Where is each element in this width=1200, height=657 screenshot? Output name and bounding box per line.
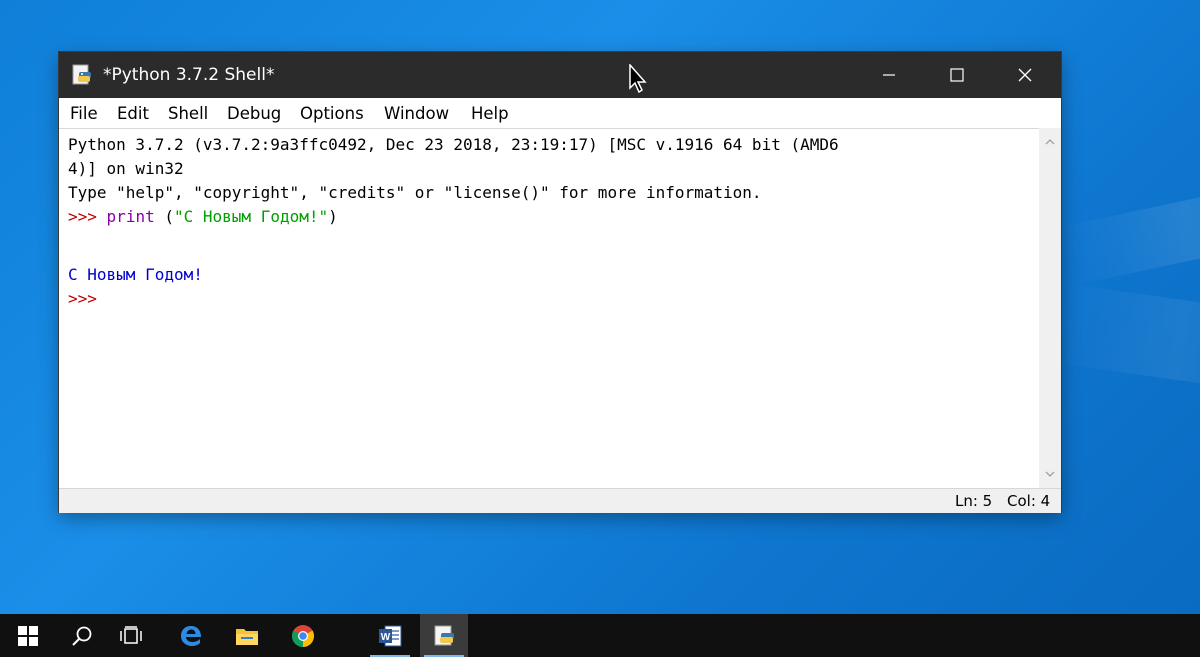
maximize-button[interactable]: [923, 52, 991, 98]
start-windows-icon: [18, 625, 38, 646]
close-icon: [1018, 68, 1032, 82]
minimize-icon: [883, 74, 895, 76]
menu-edit[interactable]: Edit: [117, 104, 149, 123]
idle-taskbar-button[interactable]: [420, 614, 468, 657]
chrome-icon: [292, 624, 314, 647]
menu-options[interactable]: Options: [300, 104, 364, 123]
wallpaper-light-beam: [1056, 173, 1200, 287]
print-keyword: print: [106, 207, 155, 226]
menu-bar: File Edit Shell Debug Options Window Hel…: [59, 98, 1061, 128]
status-bar: Ln: 5 Col: 4: [59, 488, 1061, 513]
window-title: *Python 3.7.2 Shell*: [103, 65, 275, 85]
start-button[interactable]: [4, 614, 52, 657]
word-icon: W: [379, 625, 402, 646]
maximize-icon: [950, 68, 964, 82]
wallpaper-light-beam: [1045, 282, 1200, 398]
scroll-down-button[interactable]: [1039, 464, 1061, 484]
shell-prompt: >>>: [68, 207, 97, 226]
close-button[interactable]: [991, 52, 1059, 98]
status-column-number: Col: 4: [1007, 492, 1051, 510]
task-view-icon: [120, 625, 142, 644]
mouse-pointer-icon: [628, 63, 648, 99]
minimize-button[interactable]: [855, 52, 923, 98]
banner-line: Type "help", "copyright", "credits" or "…: [68, 183, 762, 202]
file-explorer-taskbar-button[interactable]: [223, 614, 271, 657]
program-output: С Новым Годом!: [68, 265, 203, 284]
menu-file[interactable]: File: [70, 104, 98, 123]
search-button[interactable]: [58, 614, 106, 657]
banner-line: Python 3.7.2 (v3.7.2:9a3ffc0492, Dec 23 …: [68, 135, 839, 154]
file-explorer-icon: [236, 628, 258, 645]
command-line: >>> print ("С Новым Годом!"): [68, 207, 338, 226]
menu-debug[interactable]: Debug: [227, 104, 281, 123]
close-paren: ): [328, 207, 338, 226]
menu-shell[interactable]: Shell: [168, 104, 208, 123]
menu-help[interactable]: Help: [471, 104, 509, 123]
shell-text-area[interactable]: Python 3.7.2 (v3.7.2:9a3ffc0492, Dec 23 …: [59, 128, 1039, 489]
python-idle-icon[interactable]: [71, 64, 93, 86]
taskbar: W: [0, 614, 1200, 657]
title-bar[interactable]: *Python 3.7.2 Shell*: [59, 52, 1061, 98]
string-literal: "С Новым Годом!": [174, 207, 329, 226]
chevron-down-icon: [1045, 471, 1055, 477]
open-paren: (: [164, 207, 174, 226]
chevron-up-icon: [1045, 139, 1055, 145]
svg-text:W: W: [381, 632, 391, 643]
python-idle-taskbar-icon: [434, 625, 454, 645]
shell-prompt: >>>: [68, 289, 97, 308]
edge-taskbar-button[interactable]: [167, 614, 215, 657]
task-view-button[interactable]: [107, 614, 155, 657]
status-line-number: Ln: 5: [955, 492, 993, 510]
vertical-scrollbar[interactable]: [1039, 128, 1061, 488]
menu-window[interactable]: Window: [384, 104, 449, 123]
edge-icon: [181, 625, 201, 646]
idle-shell-window: *Python 3.7.2 Shell* File Edit Shell Deb…: [59, 52, 1061, 513]
chrome-taskbar-button[interactable]: [279, 614, 327, 657]
word-taskbar-button[interactable]: W: [366, 614, 414, 657]
scroll-up-button[interactable]: [1039, 132, 1061, 152]
search-icon: [72, 626, 92, 646]
banner-line: 4)] on win32: [68, 159, 184, 178]
